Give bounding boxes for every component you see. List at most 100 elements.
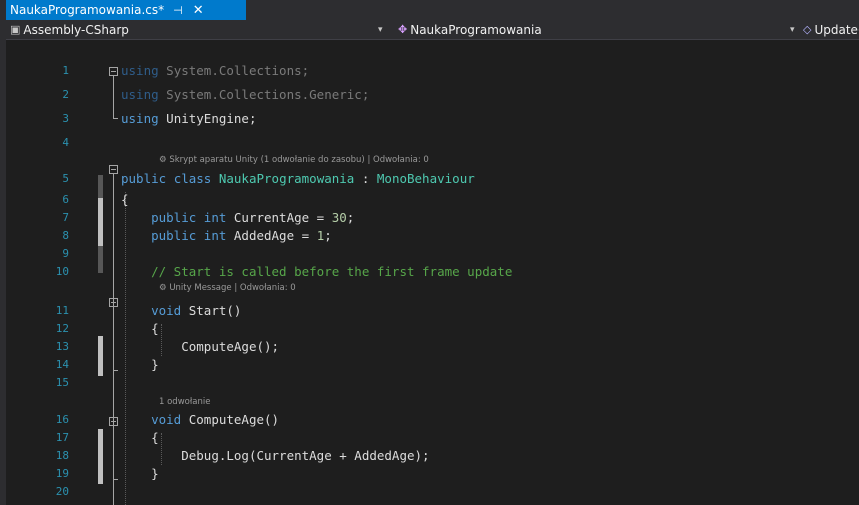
fold-end [113, 118, 118, 119]
line-number: 4 [62, 136, 69, 149]
line-number: 17 [55, 431, 69, 444]
line-number: 7 [62, 211, 69, 224]
code-line: { [121, 430, 159, 446]
unity-icon: ⚙ [159, 155, 170, 165]
class-name: NaukaProgramowania [218, 171, 355, 186]
collapse-toggle[interactable] [109, 67, 118, 76]
project-dropdown[interactable]: ▣ Assembly-CSharp [10, 20, 129, 39]
keyword: using [121, 63, 159, 78]
keyword: void [151, 412, 182, 427]
tab-title: NaukaProgramowania.cs* [10, 3, 165, 17]
line-number: 20 [55, 485, 69, 498]
number-literal: 30 [331, 210, 347, 225]
code-line: Debug.Log(CurrentAge + AddedAge); [121, 448, 430, 464]
code-line: ComputeAge(); [121, 339, 279, 355]
line-number: 10 [55, 265, 69, 278]
line-number: 11 [55, 304, 69, 317]
class-dropdown[interactable]: ✥ NaukaProgramowania [398, 20, 542, 39]
code-line: void Start() [121, 303, 241, 319]
document-tab[interactable]: NaukaProgramowania.cs* ⊣ ✕ [6, 0, 246, 20]
line-number: 6 [62, 193, 69, 206]
project-icon: ▣ [10, 23, 21, 36]
code-text: System.Collections; [158, 63, 310, 78]
code-text: ; [346, 210, 355, 225]
code-text: Start() [181, 303, 242, 318]
fold-end [113, 479, 118, 480]
line-number: 5 [62, 172, 69, 185]
codelens-class[interactable]: ⚙ Skrypt aparatu Unity (1 odwołanie do z… [159, 154, 429, 166]
code-line: using UnityEngine; [121, 111, 256, 127]
line-number: 3 [62, 112, 69, 125]
code-line: public int CurrentAge = 30; [121, 210, 354, 226]
line-number: 14 [55, 358, 69, 371]
line-number: 18 [55, 449, 69, 462]
chevron-down-icon[interactable]: ▾ [790, 20, 795, 39]
keyword: void [151, 303, 182, 318]
keyword: int [203, 228, 227, 243]
collapse-toggle[interactable] [109, 165, 118, 174]
line-number: 1 [62, 64, 69, 77]
keyword: public [151, 228, 197, 243]
code-text: CurrentAge = [226, 210, 332, 225]
class-name: NaukaProgramowania [410, 22, 542, 37]
codelens-text: 1 odwołanie [159, 397, 211, 407]
collapse-toggle[interactable] [109, 417, 118, 426]
codelens-start[interactable]: ⚙ Unity Message | Odwołania: 0 [159, 282, 296, 294]
close-icon[interactable]: ✕ [193, 3, 204, 18]
fold-line [113, 174, 114, 505]
codelens-text: Unity Message | Odwołania: 0 [169, 283, 296, 293]
keyword: public [151, 210, 197, 225]
code-text: Debug.Log(CurrentAge + AddedAge); [181, 448, 430, 463]
code-line: { [121, 321, 159, 337]
code-line: using System.Collections; [121, 63, 309, 79]
unity-icon: ⚙ [159, 283, 170, 293]
code-line: } [121, 466, 159, 482]
line-number: 19 [55, 467, 69, 480]
member-dropdown[interactable]: ◇ Update() [803, 20, 859, 39]
comment: // Start is called before the first fram… [151, 264, 513, 279]
fold-line [113, 76, 114, 118]
keyword: public [121, 171, 167, 186]
keyword: using [121, 111, 159, 126]
code-line: public class NaukaProgramowania : MonoBe… [121, 171, 475, 187]
line-number: 16 [55, 413, 69, 426]
code-text: UnityEngine; [158, 111, 257, 126]
code-line: public int AddedAge = 1; [121, 228, 332, 244]
code-text: { [151, 430, 159, 445]
keyword: class [173, 171, 212, 186]
code-line: using System.Collections.Generic; [121, 87, 369, 103]
code-editor[interactable]: 1 2 3 4 5 6 7 8 9 10 11 12 13 14 15 16 1… [6, 40, 859, 505]
collapse-toggle[interactable] [109, 298, 118, 307]
code-text: AddedAge = [226, 228, 317, 243]
fold-end [113, 370, 118, 371]
document-tab-strip: NaukaProgramowania.cs* ⊣ ✕ [6, 0, 859, 20]
keyword: int [203, 210, 227, 225]
change-marker [98, 336, 103, 376]
code-line: void ComputeAge() [121, 412, 279, 428]
code-text: } [151, 357, 159, 372]
chevron-down-icon[interactable]: ▾ [378, 20, 383, 39]
code-text: System.Collections.Generic; [158, 87, 370, 102]
code-text: } [151, 466, 159, 481]
line-number: 2 [62, 88, 69, 101]
codelens-text: Skrypt aparatu Unity (1 odwołanie do zas… [169, 155, 429, 165]
line-number: 9 [62, 247, 69, 260]
code-text: ; [324, 228, 332, 243]
line-number: 8 [62, 229, 69, 242]
line-number: 12 [55, 322, 69, 335]
change-marker [98, 429, 103, 484]
pin-icon[interactable]: ⊣ [173, 4, 183, 17]
line-number: 15 [55, 376, 69, 389]
code-text: ComputeAge() [181, 412, 280, 427]
class-icon: ✥ [398, 23, 408, 36]
method-icon: ◇ [803, 23, 812, 36]
code-line: { [121, 192, 129, 207]
code-line: // Start is called before the first fram… [121, 264, 512, 280]
line-number: 13 [55, 340, 69, 353]
code-line: } [121, 357, 159, 373]
keyword: using [121, 87, 159, 102]
base-class-name: MonoBehaviour [376, 171, 475, 186]
navigation-bar: ▣ Assembly-CSharp ▾ ✥ NaukaProgramowania… [6, 20, 859, 40]
code-text: : [354, 171, 377, 186]
codelens-computeage[interactable]: 1 odwołanie [159, 396, 210, 408]
